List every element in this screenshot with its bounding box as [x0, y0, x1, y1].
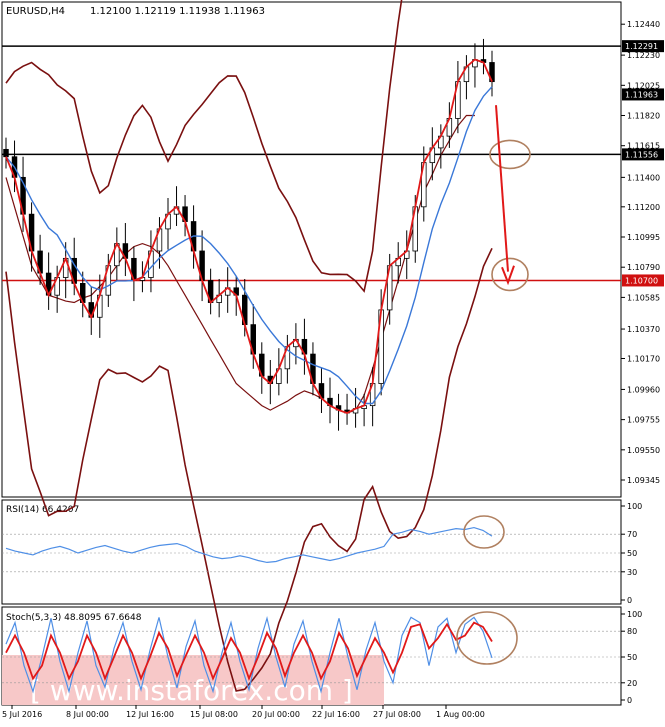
watermark-text: [ www.instaforex.com ]	[30, 674, 353, 707]
y-tick-label: 1.09345	[627, 476, 660, 485]
y-tick-label: 1.10790	[627, 263, 660, 272]
indicator-tick-label: 100	[627, 610, 642, 619]
x-tick-label: 12 Jul 16:00	[126, 710, 174, 719]
indicator-tick-label: 70	[627, 530, 637, 539]
indicator-tick-label: 80	[627, 627, 637, 636]
indicator-tick-label: 100	[627, 502, 642, 511]
y-tick-label: 1.12230	[627, 51, 660, 60]
x-tick-label: 15 Jul 08:00	[190, 710, 238, 719]
y-tick-label: 1.11400	[627, 173, 660, 182]
level-tag-label: 1.10700	[625, 276, 658, 285]
indicator-tick-label: 30	[627, 568, 637, 577]
y-tick-label: 1.09755	[627, 416, 660, 425]
y-tick-label: 1.10585	[627, 293, 660, 302]
y-tick-label: 1.10170	[627, 355, 660, 364]
candle-body	[3, 148, 9, 158]
indicator-tick-label: 0	[627, 696, 632, 705]
chart-window: [ www.instaforex.com ] EURUSD,H4 1.12100…	[0, 0, 665, 723]
level-tag-label: 1.11556	[625, 150, 658, 159]
indicator-tick-label: 20	[627, 679, 637, 688]
x-tick-label: 27 Jul 08:00	[373, 710, 421, 719]
x-tick-label: 8 Jul 00:00	[66, 710, 109, 719]
x-tick-label: 5 Jul 2016	[2, 710, 42, 719]
indicator-tick-label: 50	[627, 549, 637, 558]
current-price-label: 1.11963	[625, 90, 658, 99]
stoch-title: Stoch(5,3,3) 48.8095 67.6648	[6, 613, 142, 623]
y-tick-label: 1.11200	[627, 203, 660, 212]
x-tick-label: 22 Jul 16:00	[312, 710, 360, 719]
ohlc-label: 1.12100 1.12119 1.11938 1.11963	[90, 6, 265, 17]
symbol-label: EURUSD,H4	[6, 6, 65, 17]
y-tick-label: 1.10370	[627, 325, 660, 334]
y-tick-label: 1.10995	[627, 233, 660, 242]
rsi-pane[interactable]	[1, 499, 622, 605]
level-tag-label: 1.12291	[625, 42, 658, 51]
x-tick-label: 20 Jul 00:00	[252, 710, 300, 719]
y-tick-label: 1.09960	[627, 385, 660, 394]
chart-canvas[interactable]: [ www.instaforex.com ] EURUSD,H4 1.12100…	[0, 0, 665, 723]
indicator-tick-label: 0	[627, 596, 632, 605]
main-pane[interactable]	[1, 1, 622, 498]
x-tick-label: 1 Aug 00:00	[436, 710, 485, 719]
indicator-tick-label: 50	[627, 653, 637, 662]
y-tick-label: 1.11820	[627, 112, 660, 121]
y-tick-label: 1.12440	[627, 20, 660, 29]
y-tick-label: 1.09550	[627, 446, 660, 455]
